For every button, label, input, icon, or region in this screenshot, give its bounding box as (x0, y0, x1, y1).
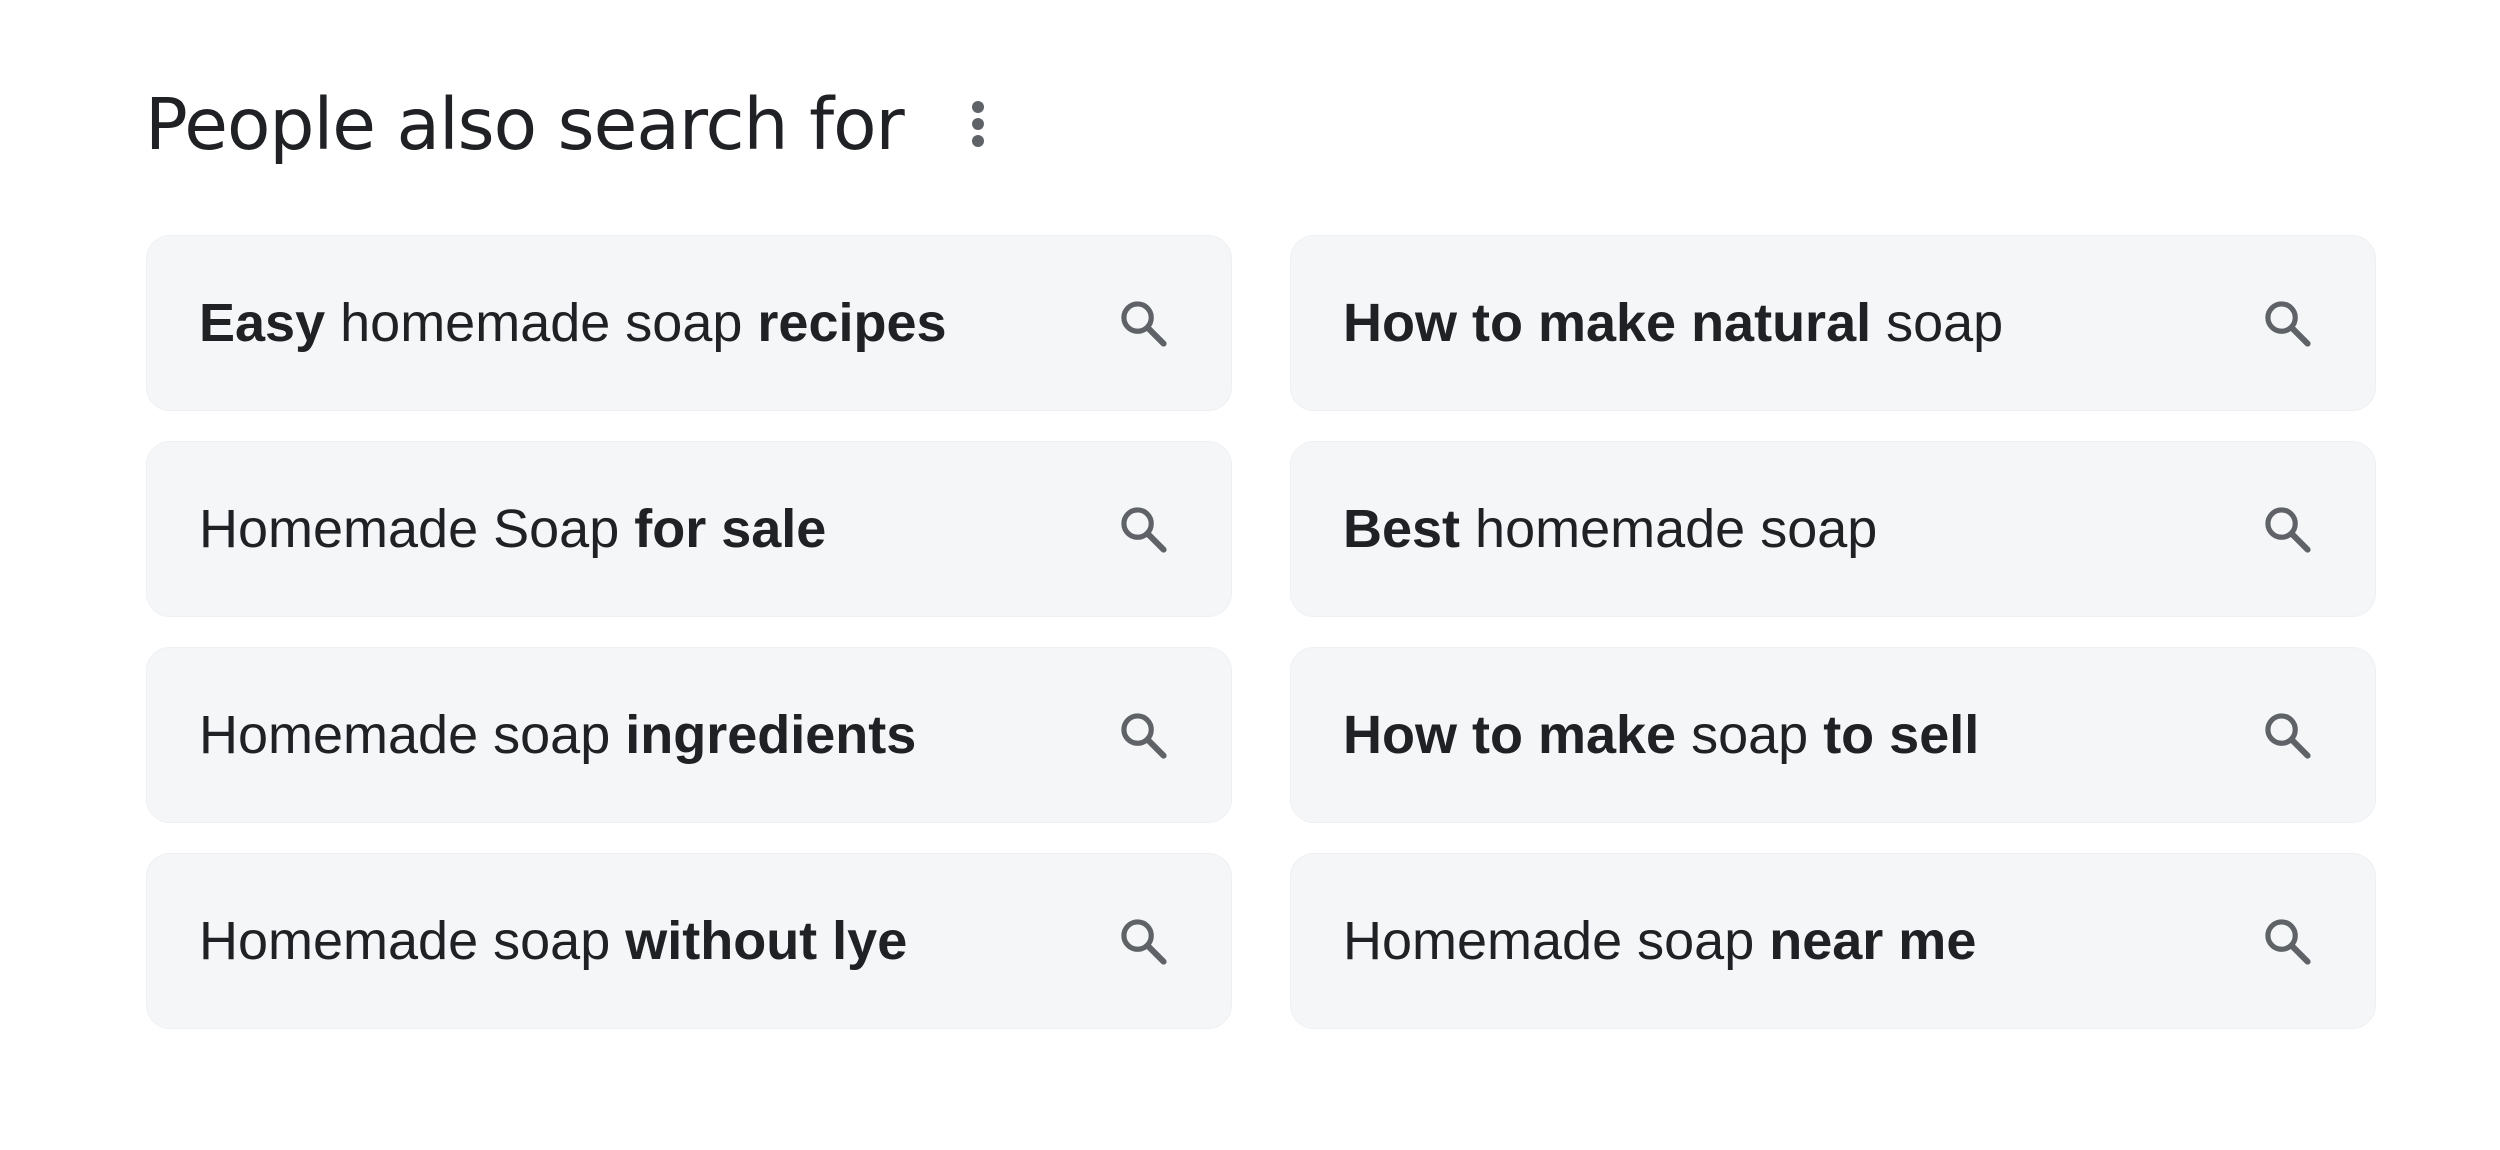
suggestions-grid: Easy homemade soap recipes How to make n… (146, 235, 2376, 1029)
suggestion-chip[interactable]: How to make natural soap (1290, 235, 2376, 411)
query-term-bold: How to make natural (1343, 293, 1872, 353)
more-options-button[interactable] (946, 88, 1010, 160)
query-term: soap (1871, 293, 2004, 353)
query-term-bold: recipes (757, 293, 947, 353)
search-icon (1113, 293, 1173, 353)
query-term: Homemade soap (199, 705, 626, 765)
query-term-bold: without lye (625, 911, 908, 971)
suggestion-label: Easy homemade soap recipes (199, 296, 947, 350)
query-term-bold: ingredients (625, 705, 917, 765)
search-icon (2257, 705, 2317, 765)
search-icon (1113, 499, 1173, 559)
search-icon (2257, 293, 2317, 353)
suggestion-label: Homemade Soap for sale (199, 502, 826, 556)
query-term-bold: near me (1769, 911, 1977, 971)
suggestion-chip[interactable]: How to make soap to sell (1290, 647, 2376, 823)
suggestion-chip[interactable]: Homemade soap near me (1290, 853, 2376, 1029)
search-icon (2257, 911, 2317, 971)
suggestion-chip[interactable]: Homemade Soap for sale (146, 441, 1232, 617)
suggestion-label: Homemade soap near me (1343, 914, 1976, 968)
query-term: Homemade Soap (199, 499, 635, 559)
section-header: People also search for (145, 76, 1010, 172)
search-icon (1113, 705, 1173, 765)
query-term: Homemade soap (1343, 911, 1770, 971)
suggestion-label: Homemade soap ingredients (199, 708, 916, 762)
query-term: soap (1676, 705, 1824, 765)
suggestion-label: Best homemade soap (1343, 502, 1877, 556)
query-term-bold: Best (1343, 499, 1461, 559)
query-term: homemade soap (325, 293, 758, 353)
section-title: People also search for (145, 82, 905, 166)
query-term: Homemade soap (199, 911, 626, 971)
query-term-bold: Easy (199, 293, 326, 353)
query-term: homemade soap (1460, 499, 1878, 559)
suggestion-chip[interactable]: Homemade soap ingredients (146, 647, 1232, 823)
search-icon (1113, 911, 1173, 971)
suggestion-chip[interactable]: Homemade soap without lye (146, 853, 1232, 1029)
query-term-bold: How to make (1343, 705, 1677, 765)
suggestion-label: How to make natural soap (1343, 296, 2003, 350)
search-icon (2257, 499, 2317, 559)
suggestion-chip[interactable]: Easy homemade soap recipes (146, 235, 1232, 411)
suggestion-chip[interactable]: Best homemade soap (1290, 441, 2376, 617)
suggestion-label: Homemade soap without lye (199, 914, 907, 968)
more-vert-icon (970, 100, 986, 148)
suggestion-label: How to make soap to sell (1343, 708, 1979, 762)
query-term-bold: for sale (634, 499, 827, 559)
query-term-bold: to sell (1823, 705, 1980, 765)
